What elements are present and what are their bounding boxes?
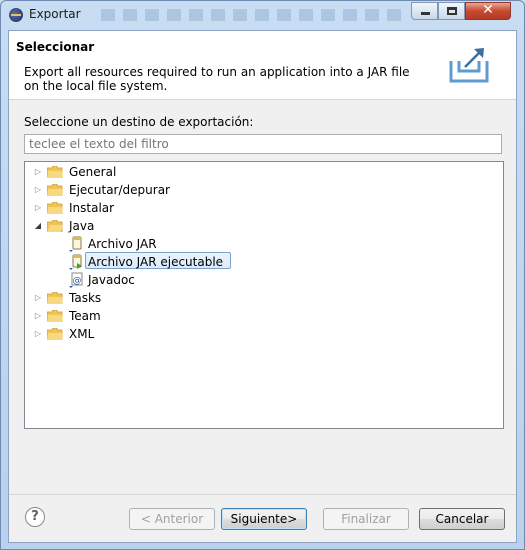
tree-item-label: Java (69, 219, 95, 233)
folder-icon (47, 166, 63, 178)
destination-label: Seleccione un destino de exportación: (24, 115, 254, 129)
javadoc-icon: @ (69, 272, 83, 288)
expand-arrow-icon[interactable]: ▷ (33, 163, 43, 181)
background-toolbar-blur (101, 9, 401, 21)
wizard-banner: Seleccionar Export all resources require… (9, 31, 516, 100)
expand-arrow-icon[interactable]: ▷ (33, 181, 43, 199)
svg-text:@: @ (73, 276, 82, 286)
minimize-icon (421, 12, 430, 15)
maximize-icon (447, 7, 457, 15)
title-bar[interactable]: Exportar ✕ (1, 1, 524, 29)
maximize-button[interactable] (438, 2, 465, 20)
tree-item-label: Ejecutar/depurar (69, 183, 170, 197)
dialog-body: Seleccionar Export all resources require… (8, 30, 517, 543)
folder-icon (47, 184, 63, 196)
back-button[interactable]: < Anterior (129, 508, 215, 530)
export-dialog: Exportar ✕ Seleccionar Export all resour… (0, 0, 525, 550)
page-title: Seleccionar (16, 40, 95, 54)
close-icon: ✕ (482, 2, 494, 18)
collapse-arrow-icon[interactable]: ◢ (33, 217, 43, 235)
next-button[interactable]: Siguiente> (221, 508, 307, 530)
runnable-jar-icon (69, 254, 82, 270)
window-title: Exportar (29, 7, 81, 21)
tree-item-label: Team (69, 309, 101, 323)
export-wizard-tree[interactable]: ▷ General ▷ Ejecutar/depurar ▷ Instalar … (24, 161, 504, 429)
tree-item-label: Instalar (69, 201, 115, 215)
export-box-icon (449, 48, 489, 83)
folder-icon (47, 328, 63, 340)
minimize-button[interactable] (411, 2, 438, 20)
tree-item-label: General (69, 165, 117, 179)
folder-icon (47, 292, 63, 304)
cancel-button[interactable]: Cancelar (419, 508, 505, 530)
close-button[interactable]: ✕ (465, 2, 511, 20)
folder-icon (47, 202, 63, 214)
tree-item-label: Archivo JAR (88, 237, 157, 251)
tree-item-label: Tasks (69, 291, 102, 305)
tree-item-label: XML (69, 327, 95, 341)
folder-icon (47, 310, 63, 322)
page-description: Export all resources required to run an … (24, 65, 410, 93)
footer-divider (9, 494, 516, 495)
expand-arrow-icon[interactable]: ▷ (33, 325, 43, 343)
expand-arrow-icon[interactable]: ▷ (33, 289, 43, 307)
tree-item-label: Archivo JAR ejecutable (88, 255, 224, 269)
expand-arrow-icon[interactable]: ▷ (33, 199, 43, 217)
filter-input[interactable] (24, 134, 502, 154)
help-icon[interactable]: ? (25, 507, 45, 527)
eclipse-icon (9, 8, 23, 22)
expand-arrow-icon[interactable]: ▷ (33, 307, 43, 325)
open-folder-icon (47, 220, 63, 232)
finish-button[interactable]: Finalizar (323, 508, 409, 530)
tree-item-label: Javadoc (88, 273, 135, 287)
jar-file-icon (69, 236, 82, 252)
